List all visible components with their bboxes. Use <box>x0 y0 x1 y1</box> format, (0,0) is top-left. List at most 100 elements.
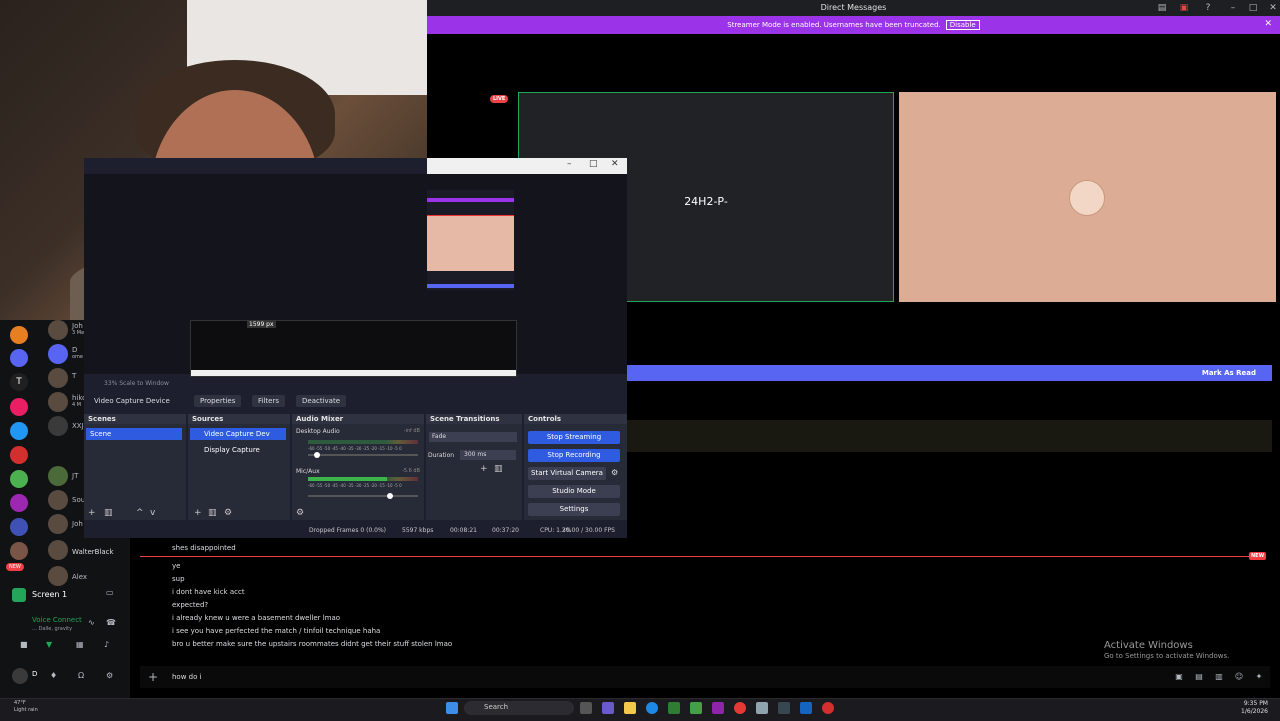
task-view-icon[interactable] <box>580 702 592 714</box>
mark-as-read-button[interactable]: Mark As Read <box>1202 369 1256 377</box>
remove-source-icon[interactable]: ▥ <box>208 508 217 518</box>
activities-icon[interactable]: ▦ <box>76 640 84 649</box>
dm-avatar[interactable] <box>48 344 68 364</box>
dm-avatar[interactable] <box>48 392 68 412</box>
obs-close-icon[interactable]: ✕ <box>611 159 619 169</box>
dm-name[interactable]: XXJ <box>72 422 84 430</box>
source-settings-icon[interactable]: ⚙ <box>224 508 232 518</box>
app-icon[interactable] <box>602 702 614 714</box>
soundboard-icon[interactable]: ♪ <box>104 640 109 649</box>
disconnect-icon[interactable]: ☎ <box>106 618 116 627</box>
chrome-icon[interactable] <box>734 702 746 714</box>
dm-name[interactable]: D <box>72 346 77 354</box>
stream-tile-user[interactable] <box>899 92 1276 302</box>
message-input[interactable]: + how do i ▣ ▤ ▥ ☺ ✦ <box>140 666 1270 688</box>
virtual-camera-settings-icon[interactable]: ⚙ <box>611 468 618 477</box>
notification-icon[interactable]: ▣ <box>1178 2 1190 14</box>
dm-avatar[interactable] <box>48 566 68 586</box>
source-item[interactable]: Video Capture Dev <box>190 428 286 440</box>
taskbar-clock[interactable]: 9:35 PM 1/6/2026 <box>1241 700 1268 716</box>
remove-scene-icon[interactable]: ▥ <box>104 508 113 518</box>
server-icon[interactable] <box>10 326 28 344</box>
volume-slider-knob[interactable] <box>387 493 394 499</box>
voice-status[interactable]: Voice Connect <box>32 616 82 624</box>
screen-share-panel[interactable]: Screen 1 ▭ <box>8 584 124 608</box>
dm-avatar[interactable] <box>48 416 68 436</box>
user-avatar[interactable] <box>12 668 28 684</box>
server-icon[interactable] <box>10 398 28 416</box>
share-screen-icon[interactable]: ▼ <box>46 640 52 649</box>
taskbar-search[interactable]: Search <box>464 701 574 715</box>
start-virtual-camera-button[interactable]: Start Virtual Camera <box>528 467 606 480</box>
start-icon[interactable] <box>446 702 458 714</box>
dm-avatar[interactable] <box>48 368 68 388</box>
app-icon[interactable] <box>690 702 702 714</box>
settings-gear-icon[interactable]: ⚙ <box>106 671 113 680</box>
duration-input[interactable]: 300 ms <box>460 450 516 460</box>
obs-icon[interactable] <box>822 702 834 714</box>
server-icon[interactable] <box>10 470 28 488</box>
dm-avatar[interactable] <box>48 490 68 510</box>
mic-icon[interactable]: ♦ <box>50 671 57 680</box>
obs-maximize-icon[interactable]: □ <box>589 159 598 169</box>
dm-name[interactable]: Joh <box>72 520 83 528</box>
dm-name[interactable]: Joh <box>72 322 83 330</box>
dm-name[interactable]: JT <box>72 472 78 480</box>
stop-recording-button[interactable]: Stop Recording <box>528 449 620 462</box>
attach-plus-icon[interactable]: + <box>148 670 158 684</box>
minimize-icon[interactable]: – <box>1227 2 1239 14</box>
dm-avatar[interactable] <box>48 466 68 486</box>
message-input-value[interactable]: how do i <box>172 673 202 681</box>
add-scene-icon[interactable]: + <box>88 508 96 518</box>
settings-button[interactable]: Settings <box>528 503 620 516</box>
headphones-icon[interactable]: Ω <box>78 671 84 680</box>
server-icon[interactable] <box>10 422 28 440</box>
mixer-settings-icon[interactable]: ⚙ <box>296 508 304 518</box>
dm-name[interactable]: Alex <box>72 573 87 581</box>
server-icon[interactable] <box>10 518 28 536</box>
filters-button[interactable]: Filters <box>252 395 285 407</box>
dm-avatar[interactable] <box>48 540 68 560</box>
banner-close-icon[interactable]: ✕ <box>1264 19 1272 29</box>
app-icon[interactable] <box>800 702 812 714</box>
discord-icon[interactable] <box>10 349 28 367</box>
help-icon[interactable]: ? <box>1202 2 1214 14</box>
transition-select[interactable]: Fade <box>429 432 517 442</box>
noise-icon[interactable]: ∿ <box>88 618 95 627</box>
deactivate-button[interactable]: Deactivate <box>296 395 347 407</box>
dm-avatar[interactable] <box>48 514 68 534</box>
move-up-icon[interactable]: ^ <box>136 508 144 518</box>
volume-slider[interactable] <box>308 454 418 456</box>
camera-icon[interactable]: ■ <box>20 640 28 649</box>
inbox-icon[interactable]: ▤ <box>1156 2 1168 14</box>
popout-icon[interactable]: ▭ <box>106 588 114 597</box>
weather-widget[interactable]: 47°F Light rain <box>14 700 38 714</box>
sticker-icon[interactable]: ▥ <box>1214 672 1224 682</box>
file-explorer-icon[interactable] <box>624 702 636 714</box>
server-icon[interactable] <box>10 446 28 464</box>
steam-icon[interactable] <box>778 702 790 714</box>
gif-icon[interactable]: ▤ <box>1194 672 1204 682</box>
dm-avatar[interactable] <box>48 320 68 340</box>
app-icon[interactable] <box>712 702 724 714</box>
gift-icon[interactable]: ▣ <box>1174 672 1184 682</box>
app-icon[interactable] <box>668 702 680 714</box>
studio-mode-button[interactable]: Studio Mode <box>528 485 620 498</box>
remove-transition-icon[interactable]: ▥ <box>494 464 503 474</box>
scene-item[interactable]: Scene <box>86 428 182 440</box>
user-name[interactable]: D <box>32 670 37 678</box>
add-transition-icon[interactable]: + <box>480 464 488 474</box>
stop-streaming-button[interactable]: Stop Streaming <box>528 431 620 444</box>
add-source-icon[interactable]: + <box>194 508 202 518</box>
source-item[interactable]: Display Capture <box>190 444 286 456</box>
obs-minimize-icon[interactable]: – <box>567 159 572 169</box>
emoji-icon[interactable]: ☺ <box>1234 672 1244 682</box>
dm-name[interactable]: T <box>72 372 76 380</box>
volume-slider[interactable] <box>308 495 418 497</box>
maximize-icon[interactable]: □ <box>1247 2 1259 14</box>
close-icon[interactable]: ✕ <box>1267 2 1279 14</box>
dm-name[interactable]: WalterBlack <box>72 548 114 556</box>
apps-icon[interactable]: ✦ <box>1254 672 1264 682</box>
server-t-icon[interactable]: T <box>10 373 28 391</box>
properties-button[interactable]: Properties <box>194 395 242 407</box>
